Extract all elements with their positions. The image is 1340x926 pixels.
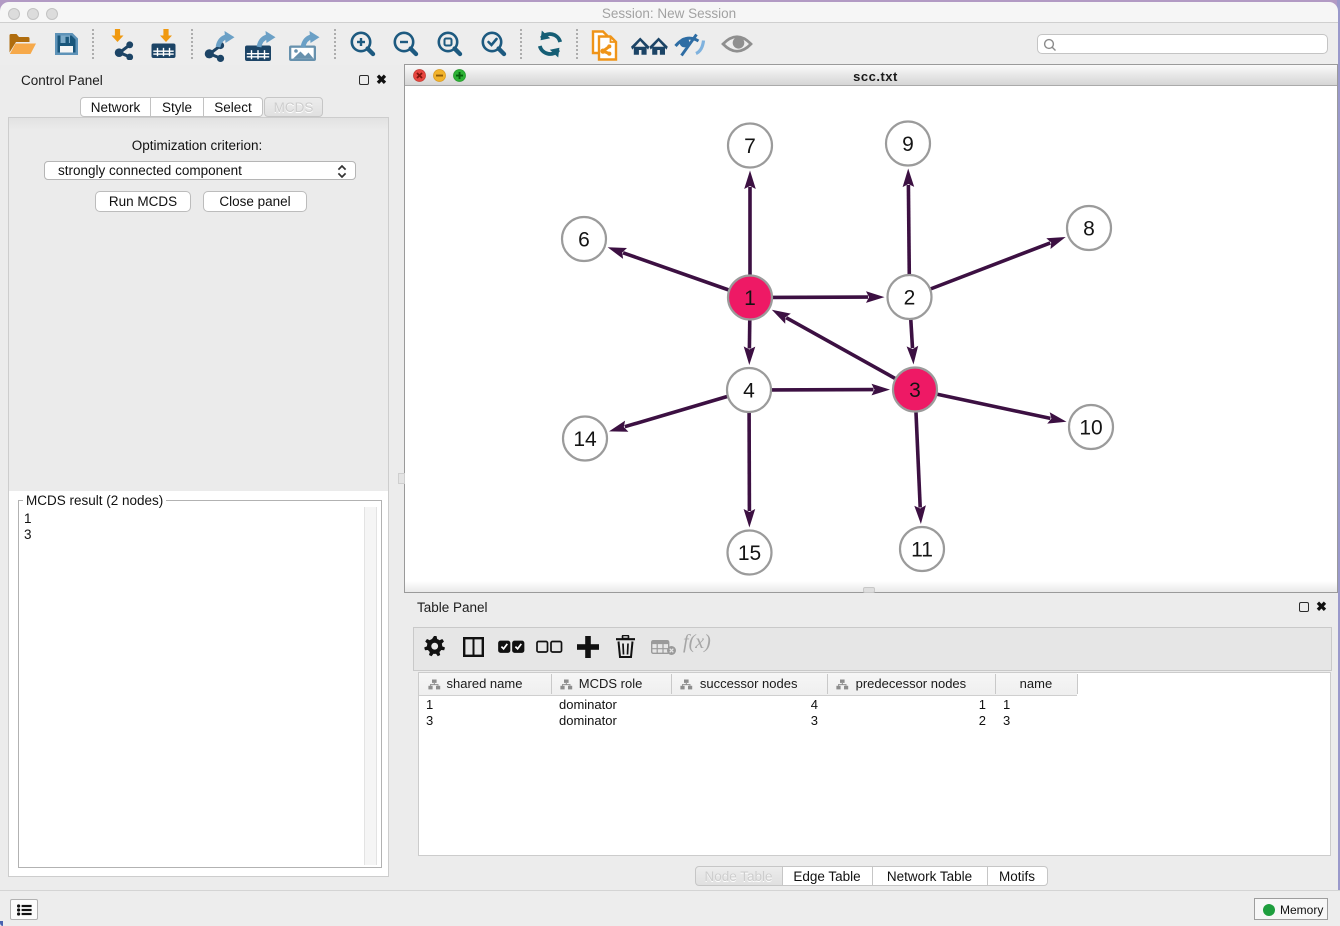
svg-text:14: 14: [573, 428, 597, 451]
svg-text:10: 10: [1079, 417, 1102, 440]
svg-text:6: 6: [578, 229, 590, 252]
svg-text:8: 8: [1083, 218, 1095, 241]
svg-text:9: 9: [902, 133, 914, 156]
svg-text:1: 1: [744, 287, 756, 310]
svg-text:4: 4: [743, 380, 755, 403]
svg-text:11: 11: [911, 539, 933, 562]
svg-text:15: 15: [738, 542, 761, 565]
svg-text:2: 2: [904, 287, 916, 310]
svg-text:7: 7: [744, 135, 756, 158]
svg-text:3: 3: [909, 379, 921, 402]
